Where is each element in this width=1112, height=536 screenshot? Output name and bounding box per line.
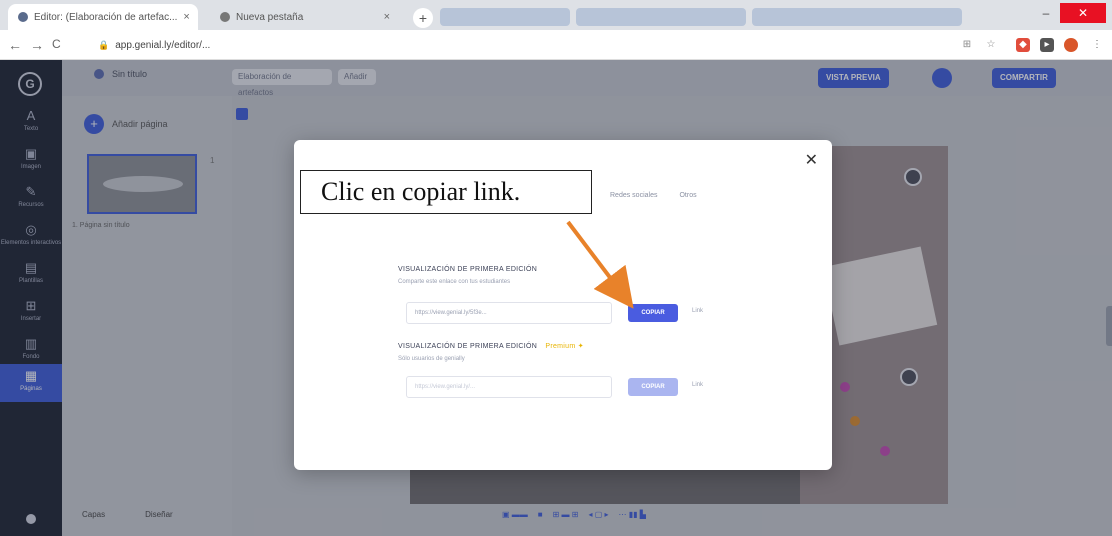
translate-icon[interactable]: ⊞ (960, 38, 974, 52)
section-title: VISUALIZACIÓN DE PRIMERA EDICIÓN (398, 266, 538, 273)
blurred-tab[interactable] (576, 8, 746, 26)
window-controls: – ✕ (1038, 0, 1112, 26)
instruction-callout: Clic en copiar link. (300, 170, 592, 214)
star-icon[interactable]: ☆ (984, 38, 998, 52)
forward-icon[interactable]: → (30, 37, 44, 53)
section-title-text: VISUALIZACIÓN DE PRIMERA EDICIÓN (398, 343, 538, 350)
close-window-button[interactable]: ✕ (1060, 3, 1106, 23)
url-text: app.genial.ly/editor/... (115, 39, 211, 51)
close-icon[interactable]: ✕ (805, 150, 818, 170)
copy-link-button[interactable]: COPIAR (628, 304, 678, 322)
link-section-1: VISUALIZACIÓN DE PRIMERA EDICIÓN Compart… (398, 266, 537, 285)
tab-title: Editor: (Elaboración de artefac... (34, 11, 178, 23)
reload-icon[interactable]: C (52, 37, 61, 51)
extension-icon[interactable]: ◆ (1016, 38, 1030, 52)
profile-avatar[interactable] (1064, 38, 1078, 52)
share-modal: ✕ Clic en copiar link. Redes sociales Ot… (294, 140, 832, 470)
close-tab-icon[interactable]: × (183, 11, 189, 23)
link-section-2: VISUALIZACIÓN DE PRIMERA EDICIÓN Premium… (398, 342, 584, 362)
tab-social[interactable]: Redes sociales (610, 192, 657, 199)
minimize-icon[interactable]: – (1038, 6, 1054, 20)
browser-tab-editor[interactable]: Editor: (Elaboración de artefac... × (8, 4, 198, 30)
tab-other[interactable]: Otros (679, 192, 696, 199)
share-link-field[interactable]: https://view.genial.ly/5f3e... (406, 302, 612, 324)
browser-address-bar: ← → C 🔒 app.genial.ly/editor/... ⊞ ☆ ◆ ▸… (0, 30, 1112, 60)
url-field[interactable]: 🔒 app.genial.ly/editor/... (90, 35, 920, 55)
close-tab-icon[interactable]: × (384, 11, 390, 23)
section-subtitle: Comparte este enlace con tus estudiantes (398, 279, 511, 285)
section-title: VISUALIZACIÓN DE PRIMERA EDICIÓN Premium… (398, 342, 584, 350)
page-favicon-icon (220, 12, 230, 22)
new-tab-button[interactable]: + (413, 8, 433, 28)
extension-icon[interactable]: ▸ (1040, 38, 1054, 52)
copy-link-button-disabled[interactable]: COPIAR (628, 378, 678, 396)
share-tabs: Redes sociales Otros (610, 192, 697, 199)
browser-tab-new[interactable]: Nueva pestaña × (210, 4, 400, 30)
section-subtitle: Sólo usuarios de genially (398, 356, 465, 362)
genially-favicon-icon (18, 12, 28, 22)
tab-title: Nueva pestaña (236, 11, 304, 23)
browser-tab-bar: Editor: (Elaboración de artefac... × Nue… (0, 0, 1112, 30)
premium-badge: Premium ✦ (545, 343, 584, 350)
link-label[interactable]: Link (692, 308, 703, 314)
link-label[interactable]: Link (692, 382, 703, 388)
blurred-tab[interactable] (440, 8, 570, 26)
back-icon[interactable]: ← (8, 37, 22, 53)
blurred-tab[interactable] (752, 8, 962, 26)
lock-icon: 🔒 (98, 39, 110, 50)
menu-icon[interactable]: ⋮ (1090, 38, 1104, 52)
share-link-field-disabled[interactable]: https://view.genial.ly/... (406, 376, 612, 398)
